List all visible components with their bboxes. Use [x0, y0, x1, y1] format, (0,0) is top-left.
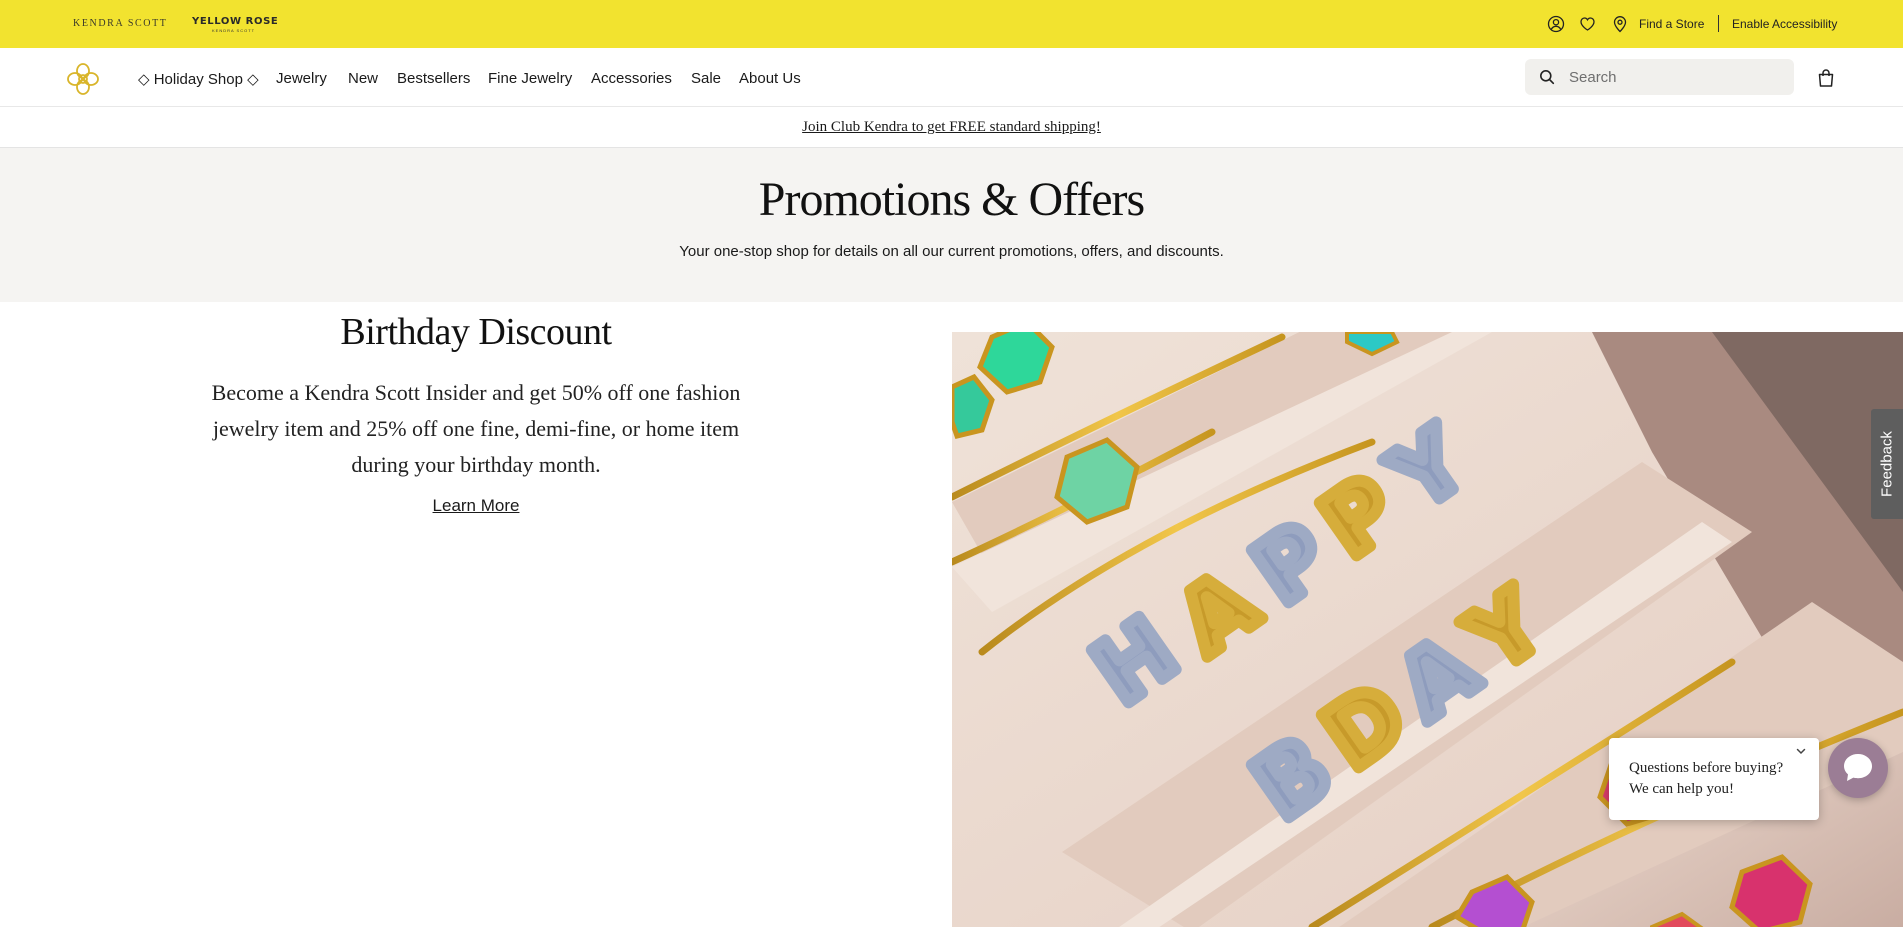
chat-prompt-line-2: We can help you!: [1629, 781, 1734, 797]
nav-holiday-shop[interactable]: ◇ Holiday Shop ◇: [138, 70, 259, 88]
heart-icon[interactable]: [1579, 14, 1596, 34]
chat-bubble-icon: [1844, 754, 1872, 781]
nav-accessories[interactable]: Accessories: [591, 70, 672, 87]
offer-title: Birthday Discount: [340, 311, 612, 353]
promo-banner: Join Club Kendra to get FREE standard sh…: [0, 107, 1903, 148]
find-a-store-link[interactable]: Find a Store: [1639, 17, 1704, 31]
nav-bestsellers[interactable]: Bestsellers: [397, 70, 470, 87]
feedback-tab[interactable]: Feedback: [1871, 409, 1903, 519]
location-pin-icon[interactable]: [1612, 14, 1628, 34]
top-utility-bar: KENDRA SCOTT YELLOW ROSE KENDRA SCOTT Fi…: [0, 0, 1903, 48]
kendra-scott-brand-link[interactable]: KENDRA SCOTT: [73, 18, 167, 29]
nav-new[interactable]: New: [348, 70, 378, 87]
account-icon[interactable]: [1547, 14, 1565, 34]
page-subtitle: Your one-stop shop for details on all ou…: [679, 243, 1224, 260]
chat-prompt-bubble[interactable]: Questions before buying? We can help you…: [1609, 738, 1819, 820]
search-box[interactable]: [1525, 59, 1794, 95]
club-kendra-shipping-link[interactable]: Join Club Kendra to get FREE standard sh…: [802, 119, 1101, 136]
yellow-rose-brand-link[interactable]: YELLOW ROSE: [192, 16, 278, 27]
search-icon[interactable]: [1539, 69, 1555, 90]
chat-prompt-text: Questions before buying? We can help you…: [1629, 758, 1809, 800]
main-navigation: ◇ Holiday Shop ◇ Jewelry New Bestsellers…: [0, 48, 1903, 107]
learn-more-link[interactable]: Learn More: [433, 496, 520, 515]
chat-prompt-line-1: Questions before buying?: [1629, 760, 1784, 776]
nav-about-us[interactable]: About Us: [739, 70, 801, 87]
nav-fine-jewelry[interactable]: Fine Jewelry: [488, 70, 572, 87]
nav-sale[interactable]: Sale: [691, 70, 721, 87]
birthday-rings-image: H A P P Y B D A Y: [952, 332, 1903, 927]
feedback-label: Feedback: [1878, 431, 1896, 497]
learn-more-container: Learn More: [0, 496, 952, 516]
kendra-scott-logo-icon[interactable]: [66, 62, 100, 101]
offer-description: Become a Kendra Scott Insider and get 50…: [211, 380, 741, 477]
utility-divider: [1718, 15, 1719, 32]
enable-accessibility-link[interactable]: Enable Accessibility: [1732, 17, 1837, 31]
page-hero: Promotions & Offers Your one-stop shop f…: [0, 148, 1903, 302]
yellow-rose-brand-subtitle: KENDRA SCOTT: [212, 28, 256, 33]
chat-launcher-button[interactable]: [1828, 738, 1888, 798]
nav-jewelry[interactable]: Jewelry: [276, 70, 327, 87]
page-title: Promotions & Offers: [758, 173, 1145, 226]
search-input[interactable]: [1569, 67, 1779, 87]
chevron-down-icon[interactable]: [1795, 744, 1807, 762]
shopping-bag-icon[interactable]: [1816, 68, 1836, 93]
